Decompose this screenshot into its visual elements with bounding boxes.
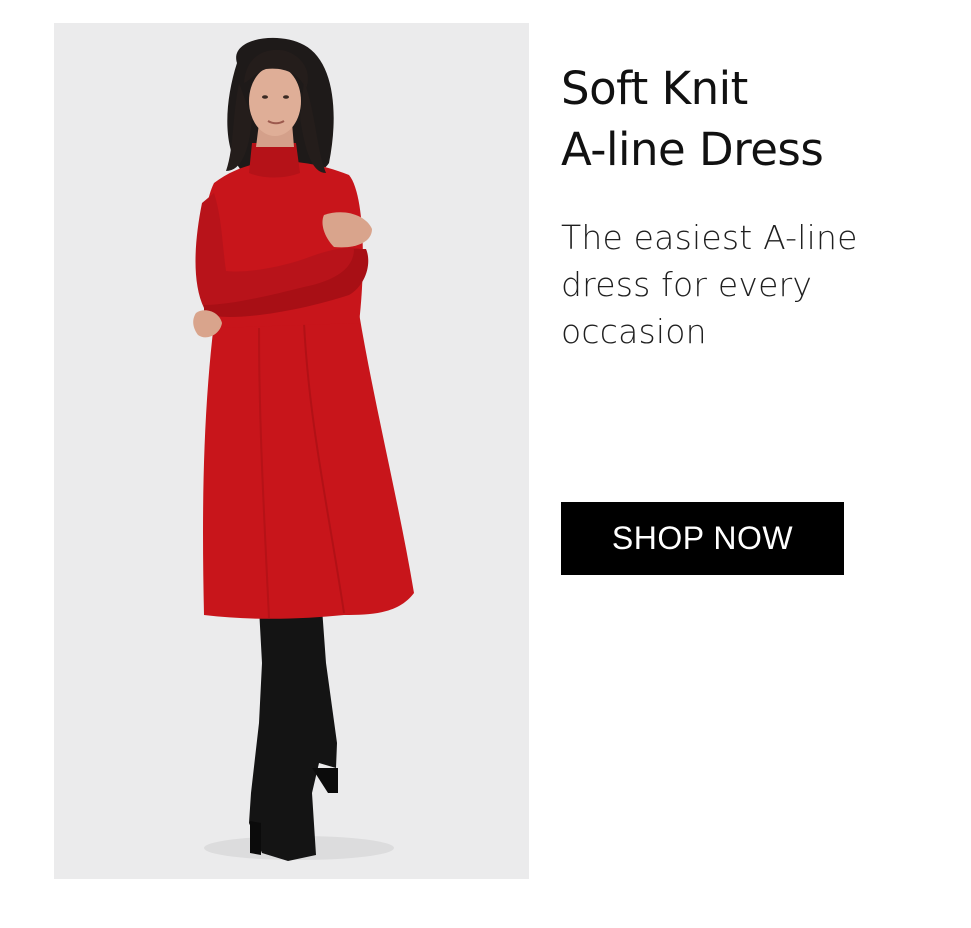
shop-now-button[interactable]: SHOP NOW <box>561 502 844 575</box>
product-tagline: The easiest A-line dress for every occas… <box>561 214 941 355</box>
product-photo[interactable] <box>54 23 529 879</box>
model-in-red-dress-illustration <box>193 37 414 861</box>
product-tagline-line-2: dress for every <box>561 265 813 304</box>
product-tagline-line-1: The easiest A-line <box>561 218 858 257</box>
product-title: Soft Knit A-line Dress <box>561 58 951 180</box>
product-title-line-2: A-line Dress <box>561 123 824 176</box>
product-tagline-line-3: occasion <box>561 312 707 351</box>
product-title-line-1: Soft Knit <box>561 62 748 115</box>
